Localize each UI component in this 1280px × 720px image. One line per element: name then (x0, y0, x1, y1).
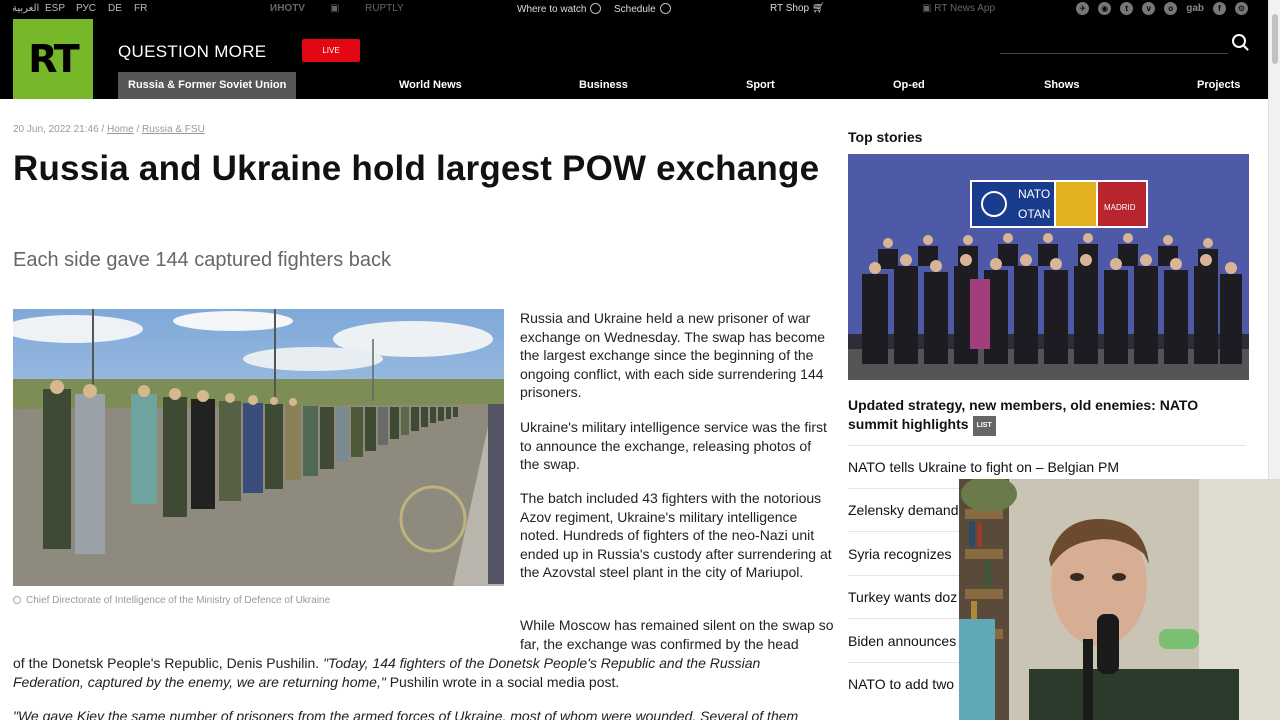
settings-icon[interactable]: ⚙ (1235, 2, 1248, 15)
paragraph-2: Ukraine's military intelligence service … (520, 419, 827, 472)
story-divider (848, 445, 1246, 446)
odnoklassniki-icon[interactable]: o (1164, 2, 1178, 15)
site-header: RT QUESTION MORE LIVE Russia & Former So… (0, 19, 1268, 99)
search-icon[interactable] (1232, 34, 1246, 48)
story-item-4[interactable]: Turkey wants doz (848, 589, 957, 605)
lang-arabic[interactable]: العربية (12, 3, 39, 14)
story-item-5[interactable]: Biden announces (848, 633, 956, 649)
paragraph-4-lead: of the Donetsk People's Republic, Denis … (13, 655, 320, 671)
article-photo (13, 309, 504, 586)
nav-russia-fsu[interactable]: Russia & Former Soviet Union (118, 72, 297, 99)
vk-icon[interactable]: v (1142, 2, 1156, 15)
rss-icon[interactable]: ◉ (1098, 2, 1112, 15)
lang-de[interactable]: DE (108, 3, 122, 14)
app-link[interactable]: ▣ RT News App (922, 3, 995, 14)
paragraph-5-quote: "We gave Kiev the same number of prisone… (13, 708, 799, 720)
app-icon: ▣ (922, 3, 932, 14)
app-label: RT News App (934, 3, 996, 14)
scrollbar-thumb[interactable] (1272, 14, 1278, 64)
shop-label: RT Shop (770, 3, 810, 14)
where-to-watch-link[interactable]: Where to watch (517, 3, 602, 15)
lang-esp[interactable]: ESP (45, 3, 65, 14)
inotv-link[interactable]: ИНОТV (270, 3, 305, 14)
ruptly-icon[interactable]: ▣ (330, 3, 339, 14)
top-utility-bar: العربية ESP РУС DE FR ИНОТV ▣ RUPTLY Whe… (0, 0, 1268, 19)
play-icon (590, 3, 602, 14)
nav-shows[interactable]: Shows (1044, 72, 1079, 99)
banner-otan-text: OTAN (1018, 207, 1050, 221)
webcam-overlay (959, 479, 1280, 720)
paragraph-1: Russia and Ukraine held a new prisoner o… (520, 310, 826, 400)
schedule-link[interactable]: Schedule (614, 3, 671, 15)
banner-madrid-text: MADRID (1104, 203, 1136, 212)
paragraph-3: The batch included 43 fighters with the … (520, 490, 832, 580)
paragraph-4-end: Pushilin wrote in a social media post. (389, 673, 620, 690)
lang-fr[interactable]: FR (134, 3, 147, 14)
nav-world-news[interactable]: World News (399, 72, 462, 99)
shop-link[interactable]: RT Shop 🛒︎ (770, 3, 825, 14)
breadcrumb-home[interactable]: Home (107, 124, 134, 135)
where-to-watch-label: Where to watch (517, 4, 587, 15)
paragraph-4-start: While Moscow has remained silent on the … (520, 617, 834, 652)
clock-icon (659, 3, 671, 14)
list-badge: LIST (972, 415, 996, 436)
top-story-lead[interactable]: Updated strategy, new members, old enemi… (848, 396, 1248, 436)
twitter-icon[interactable]: t (1120, 2, 1134, 15)
live-button[interactable]: LIVE (302, 39, 360, 62)
nav-projects[interactable]: Projects (1197, 72, 1240, 99)
article-meta: 20 Jun, 2022 21:46 / Home / Russia & FSU (13, 124, 205, 135)
copyright-icon (13, 596, 21, 604)
article-date: 20 Jun, 2022 21:46 (13, 124, 99, 135)
main-nav: Russia & Former Soviet Union World News … (0, 72, 1268, 99)
facebook-icon[interactable]: f (1213, 2, 1226, 15)
story-item-6[interactable]: NATO to add two (848, 676, 954, 692)
story-item-3[interactable]: Syria recognizes (848, 546, 952, 562)
lead-story-title: Updated strategy, new members, old enemi… (848, 397, 1199, 432)
social-links: ✈ ◉ t v o gab f ⚙ (1076, 2, 1248, 15)
story-item-2[interactable]: Zelensky demand (848, 502, 959, 518)
gab-link[interactable]: gab (1186, 2, 1204, 15)
banner-nato-text: NATO (1018, 187, 1050, 201)
nav-business[interactable]: Business (579, 72, 628, 99)
caption-text: Chief Directorate of Intelligence of the… (26, 595, 331, 606)
breadcrumb-section[interactable]: Russia & FSU (142, 124, 205, 135)
lang-rus[interactable]: РУС (76, 3, 96, 14)
story-item-1[interactable]: NATO tells Ukraine to fight on – Belgian… (848, 459, 1119, 475)
cart-icon: 🛒︎ (811, 3, 825, 14)
slogan: QUESTION MORE (118, 42, 267, 61)
ruptly-link[interactable]: RUPTLY (365, 3, 404, 14)
top-stories-title: Top stories (848, 129, 923, 145)
nav-sport[interactable]: Sport (746, 72, 775, 99)
article-subtitle: Each side gave 144 captured fighters bac… (13, 249, 392, 271)
nav-op-ed[interactable]: Op-ed (893, 72, 925, 99)
top-story-photo[interactable]: NATO OTAN MADRID (848, 154, 1249, 380)
paragraph-5: "We gave Kiev the same number of prisone… (13, 707, 833, 720)
article-title: Russia and Ukraine hold largest POW exch… (13, 149, 820, 188)
telegram-icon[interactable]: ✈ (1076, 2, 1090, 15)
schedule-label: Schedule (614, 4, 656, 15)
search-input[interactable] (1000, 53, 1228, 54)
paragraph-4-rest: of the Donetsk People's Republic, Denis … (13, 654, 833, 691)
photo-caption: Chief Directorate of Intelligence of the… (13, 595, 330, 606)
